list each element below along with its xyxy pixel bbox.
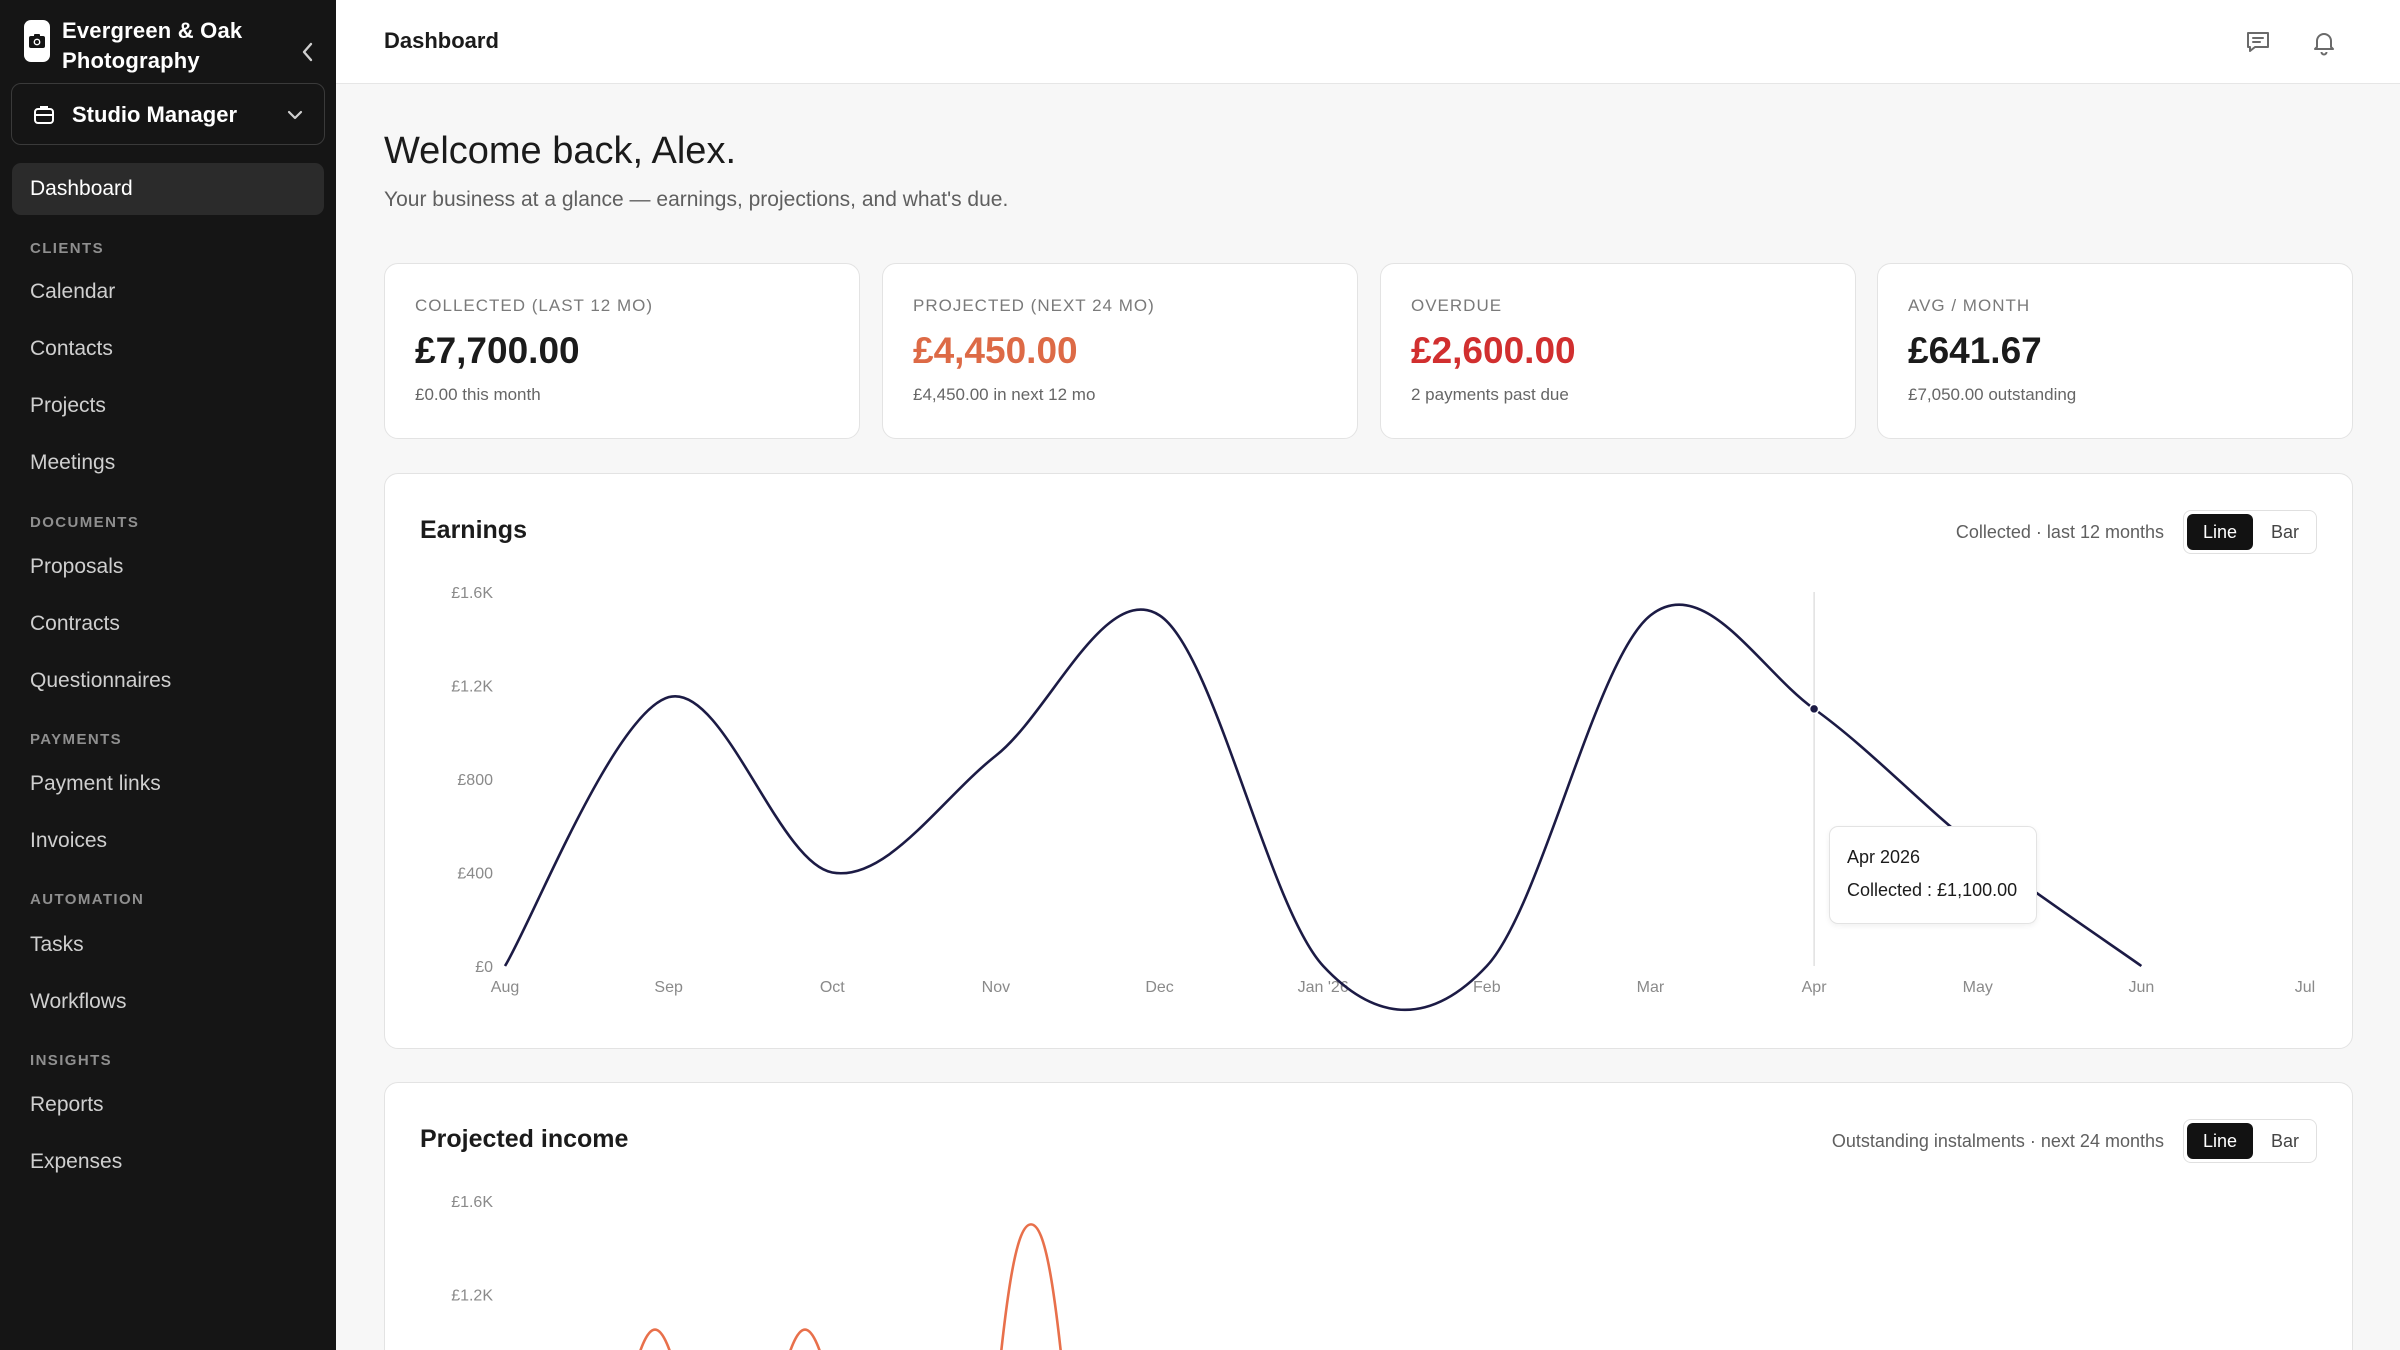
earnings-chart[interactable]: £0£400£800£1.2K£1.6KAug Sep Oct Nov Dec Jan '… xyxy=(385,474,2353,1049)
stat-sub: 2 payments past due xyxy=(1411,385,1569,404)
stat-label: AVG / MONTH xyxy=(1908,296,2031,315)
nav-section-automation: AUTOMATION xyxy=(30,891,145,908)
y-tick-label: £1.2K xyxy=(451,1288,493,1305)
stat-value: £2,600.00 xyxy=(1411,330,1576,371)
x-tick-label: May xyxy=(1963,979,1993,996)
sidebar-item-contacts[interactable]: Contacts xyxy=(12,323,324,375)
projected-income-panel: Projected income Outstanding instalments… xyxy=(384,1082,2353,1350)
sidebar-item-invoices[interactable]: Invoices xyxy=(12,815,324,867)
stat-card-projected: PROJECTED (NEXT 24 MO) £4,450.00 £4,450.… xyxy=(882,263,1358,439)
welcome-title: Welcome back, Alex. xyxy=(384,130,737,172)
chart-tooltip: Apr 2026 Collected : £1,100.00 xyxy=(1829,826,2037,924)
stat-label: COLLECTED (LAST 12 MO) xyxy=(415,296,654,315)
sidebar-item-projects[interactable]: Projects xyxy=(12,380,324,432)
sidebar-item-calendar[interactable]: Calendar xyxy=(12,266,324,318)
earnings-series-line xyxy=(503,603,2143,1011)
y-tick-label: £1.6K xyxy=(451,585,493,602)
stat-sub: £7,050.00 outstanding xyxy=(1908,385,2077,404)
x-tick-label: Mar xyxy=(1637,979,1665,996)
stat-sub: £0.00 this month xyxy=(415,385,541,404)
brand: Evergreen & Oak Photography xyxy=(24,16,324,74)
stat-card-collected: COLLECTED (LAST 12 MO) £7,700.00 £0.00 t… xyxy=(384,263,860,439)
highlight-point xyxy=(1808,703,1820,715)
x-tick-label: Aug xyxy=(491,979,519,996)
collapse-sidebar-button[interactable] xyxy=(294,38,322,66)
camera-icon xyxy=(24,20,50,62)
page-title: Dashboard xyxy=(384,28,499,53)
bell-icon[interactable] xyxy=(2308,26,2340,58)
briefcase-icon xyxy=(32,103,56,132)
y-tick-label: £400 xyxy=(457,866,493,883)
chevron-left-icon xyxy=(302,42,313,62)
stat-label: PROJECTED (NEXT 24 MO) xyxy=(913,296,1155,315)
sidebar-item-expenses[interactable]: Expenses xyxy=(12,1136,324,1188)
workspace-switcher[interactable]: Studio Manager xyxy=(11,83,325,145)
sidebar-item-tasks[interactable]: Tasks xyxy=(12,919,324,971)
stat-value: £641.67 xyxy=(1908,330,2042,371)
projected-series-peak xyxy=(1000,1223,1062,1350)
nav-section-insights: INSIGHTS xyxy=(30,1052,113,1069)
nav-section-payments: PAYMENTS xyxy=(30,731,123,748)
y-tick-label: £1.6K xyxy=(451,1194,493,1211)
x-tick-label: Sep xyxy=(654,979,683,996)
x-tick-label: Dec xyxy=(1145,979,1173,996)
sidebar-item-contracts[interactable]: Contracts xyxy=(12,598,324,650)
x-tick-label: Nov xyxy=(982,979,1010,996)
x-tick-label: Feb xyxy=(1473,979,1501,996)
welcome-subtitle: Your business at a glance — earnings, pr… xyxy=(384,188,1009,211)
tooltip-title: Apr 2026 xyxy=(1847,847,1921,867)
tooltip-value: Collected : £1,100.00 xyxy=(1847,880,2018,900)
stat-card-overdue: OVERDUE £2,600.00 2 payments past due xyxy=(1380,263,1856,439)
sidebar-item-workflows[interactable]: Workflows xyxy=(12,976,324,1028)
sidebar-item-questionnaires[interactable]: Questionnaires xyxy=(12,655,324,707)
projected-chart[interactable]: £1.6K £1.2K xyxy=(385,1083,2353,1350)
x-tick-label: Apr xyxy=(1802,979,1828,996)
y-tick-label: £0 xyxy=(475,959,493,976)
sidebar: Evergreen & Oak Photography Studio Manag… xyxy=(0,0,336,1350)
message-icon[interactable] xyxy=(2242,26,2274,58)
x-tick-label: Oct xyxy=(820,979,845,996)
earnings-panel: Earnings Collected · last 12 months Line… xyxy=(384,473,2353,1049)
y-tick-label: £1.2K xyxy=(451,679,493,696)
stat-value: £4,450.00 xyxy=(913,330,1078,371)
sidebar-item-proposals[interactable]: Proposals xyxy=(12,541,324,593)
brand-name: Evergreen & Oak Photography xyxy=(62,18,243,73)
stat-value: £7,700.00 xyxy=(415,330,580,371)
chevron-down-icon xyxy=(284,104,306,131)
x-tick-label: Jul xyxy=(2295,979,2315,996)
nav-section-documents: DOCUMENTS xyxy=(30,514,140,531)
y-tick-label: £800 xyxy=(457,772,493,789)
sidebar-item-payment-links[interactable]: Payment links xyxy=(12,758,324,810)
top-bar: Dashboard xyxy=(336,0,2400,84)
sidebar-item-meetings[interactable]: Meetings xyxy=(12,437,324,489)
projected-series-peak xyxy=(789,1328,821,1350)
workspace-label: Studio Manager xyxy=(72,102,238,127)
sidebar-item-reports[interactable]: Reports xyxy=(12,1079,324,1131)
projected-series-peak xyxy=(639,1328,671,1350)
stat-label: OVERDUE xyxy=(1411,296,1503,315)
sidebar-item-dashboard[interactable]: Dashboard xyxy=(12,163,324,215)
nav-section-clients: CLIENTS xyxy=(30,240,104,257)
x-tick-label: Jun xyxy=(2128,979,2154,996)
stat-sub: £4,450.00 in next 12 mo xyxy=(913,385,1096,404)
stat-card-avg-month: AVG / MONTH £641.67 £7,050.00 outstandin… xyxy=(1877,263,2353,439)
